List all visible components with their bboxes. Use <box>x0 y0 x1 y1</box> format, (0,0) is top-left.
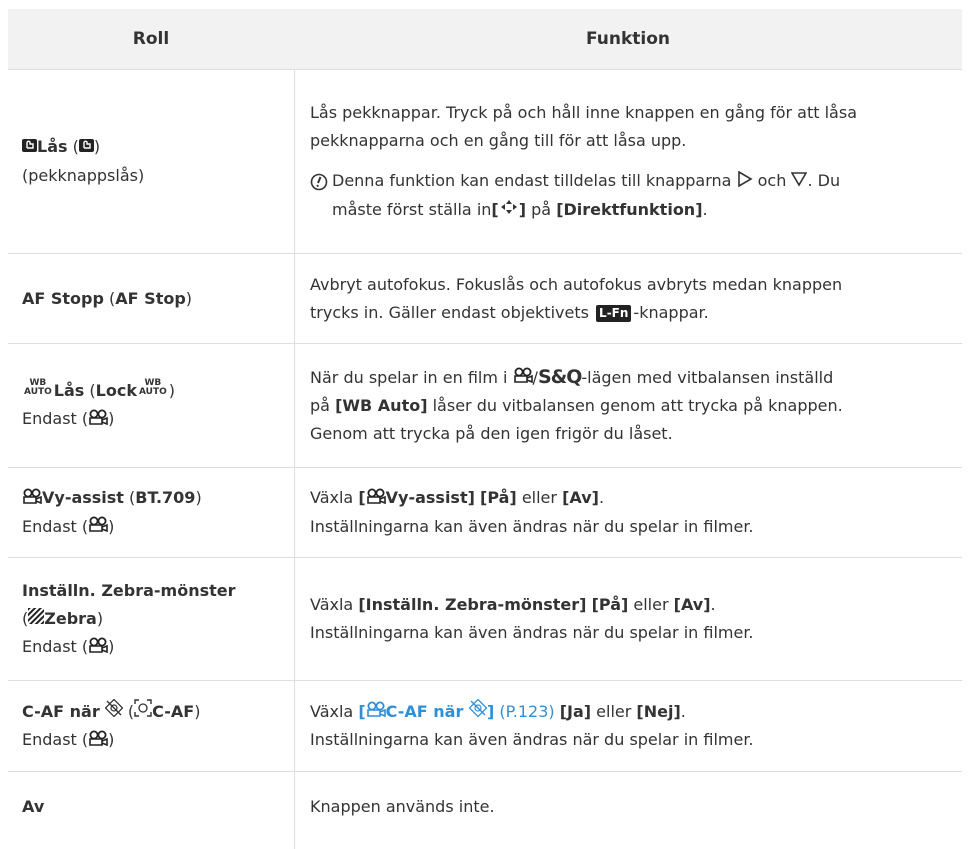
row-wb-lock-funktion: När du spelar in en film i /S&Q-lägen me… <box>310 364 843 444</box>
movie-camera-icon <box>366 485 386 513</box>
row-off-funktion: Knappen används inte. <box>310 797 495 816</box>
four-way-arrows-icon <box>499 196 519 224</box>
row-off-roll: Av <box>22 797 45 816</box>
movie-camera-icon <box>88 727 108 755</box>
row-view-assist-funktion: Växla [Vy-assist] [På] eller [Av]. Instä… <box>294 468 962 557</box>
triangle-right-icon <box>737 168 753 196</box>
row-af-stop-funktion: Avbryt autofokus. Fokuslås och autofokus… <box>310 274 843 322</box>
row-wb-lock-roll: WB AUTO Lås (Lock WB AUTO) Endast () <box>8 344 294 467</box>
c-af-setting-link[interactable]: [C-AF när ] <box>358 698 494 721</box>
row-c-af-face-roll: C-AF när (C-AF) Endast () <box>8 681 294 771</box>
row-c-af-face-funktion: Växla [C-AF när ] (P.123) [Ja] eller [Ne… <box>294 681 962 771</box>
page-reference-link[interactable]: (P.123) <box>499 702 554 721</box>
movie-camera-icon <box>88 406 108 434</box>
function-table: Roll Funktion Lås () (pekknappslås) Lås … <box>0 0 970 849</box>
movie-camera-icon <box>513 364 533 392</box>
row-zebra-roll: Inställn. Zebra-mönster (Zebra) Endast (… <box>8 558 294 680</box>
header-funktion: Funktion <box>294 9 962 69</box>
caution-icon <box>310 172 328 224</box>
no-face-icon <box>104 698 124 726</box>
row-af-stop-roll: AF Stopp (AF Stop) <box>22 288 193 308</box>
header-roll: Roll <box>8 9 294 69</box>
row-touch-lock-funktion: Lås pekknappar. Tryck på och håll inne k… <box>294 70 962 253</box>
zebra-pattern-icon <box>28 605 45 633</box>
triangle-down-icon <box>791 168 808 196</box>
no-face-icon <box>468 698 488 726</box>
movie-camera-icon <box>88 634 108 662</box>
face-c-af-icon <box>134 698 152 726</box>
touch-lock-icon <box>22 134 37 162</box>
wb-auto-icon: WB AUTO <box>138 378 167 398</box>
touch-lock-icon <box>78 134 94 162</box>
movie-camera-icon <box>366 698 386 726</box>
wb-auto-icon: WB AUTO <box>24 378 52 398</box>
row-touch-lock-roll: Lås () (pekknappslås) <box>8 70 294 253</box>
row-view-assist-roll: Vy-assist (BT.709) Endast () <box>8 468 294 557</box>
movie-camera-icon <box>22 485 42 513</box>
lens-fn-icon: L-Fn <box>596 304 632 322</box>
movie-camera-icon <box>88 513 108 541</box>
row-zebra-funktion: Växla [Inställn. Zebra-mönster] [På] ell… <box>310 595 754 642</box>
